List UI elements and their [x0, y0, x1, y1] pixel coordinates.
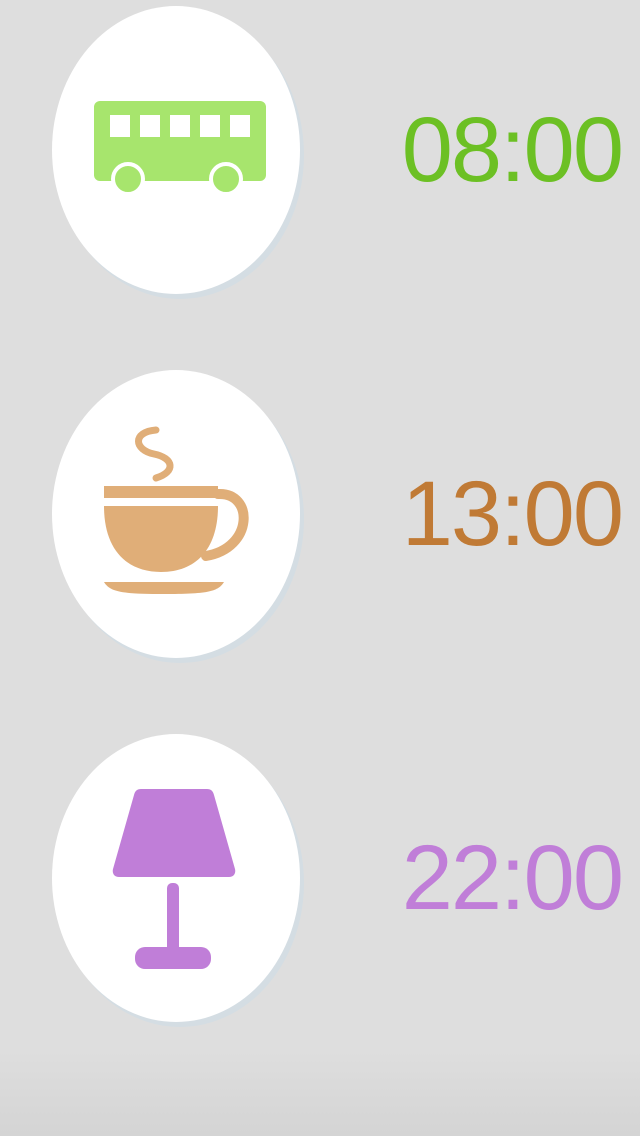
- lamp-icon: [112, 789, 236, 969]
- alarm-row-afternoon[interactable]: 13:00: [0, 364, 640, 658]
- alarm-icon-button-morning[interactable]: [52, 6, 300, 294]
- alarm-row-night[interactable]: 22:00: [0, 728, 640, 1022]
- alarm-time-afternoon[interactable]: 13:00: [402, 464, 624, 564]
- alarm-icon-button-night[interactable]: [52, 734, 300, 1022]
- alarm-schedule-screen: { "alarms": [ { "time": "08:00", "icon":…: [0, 0, 640, 1136]
- alarm-row-morning[interactable]: 08:00: [0, 0, 640, 294]
- bus-icon: [94, 101, 266, 196]
- alarm-icon-button-afternoon[interactable]: [52, 370, 300, 658]
- alarm-time-morning[interactable]: 08:00: [402, 100, 624, 200]
- alarm-time-night[interactable]: 22:00: [402, 828, 624, 928]
- coffee-cup-icon: [104, 426, 249, 594]
